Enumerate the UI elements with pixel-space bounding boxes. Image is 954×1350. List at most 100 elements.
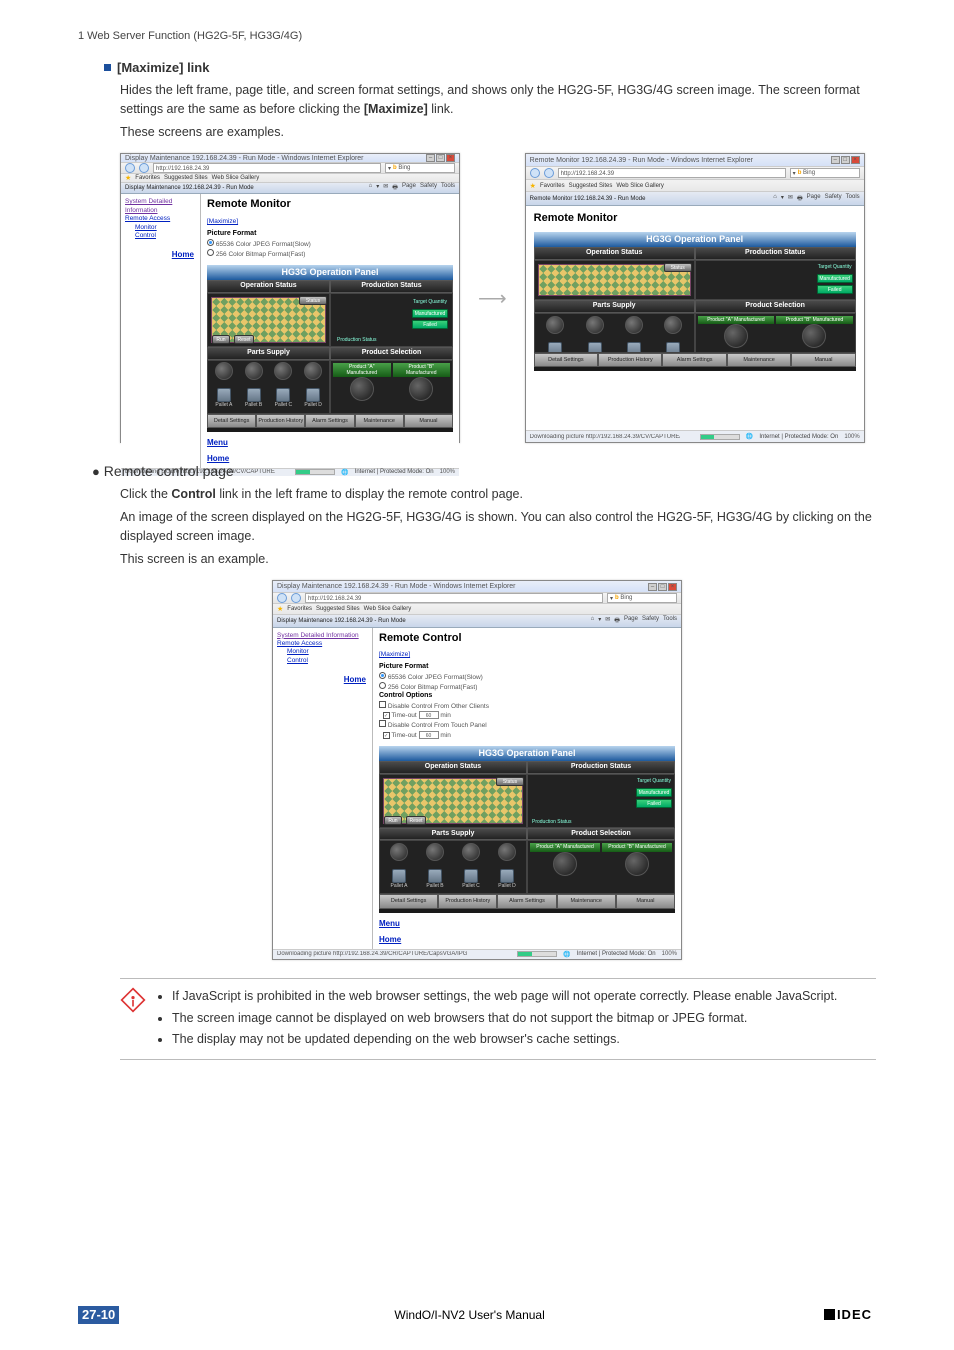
print-icon[interactable]: 🖶 bbox=[392, 183, 398, 193]
nav-fwd-icon[interactable] bbox=[544, 168, 554, 178]
nav-back-icon[interactable] bbox=[277, 593, 287, 603]
address-input[interactable]: http://192.168.24.39 bbox=[558, 168, 786, 178]
product-b-dial[interactable] bbox=[409, 377, 433, 401]
radio-bmp[interactable] bbox=[379, 682, 386, 689]
maximize-link[interactable]: [Maximize] bbox=[207, 218, 238, 225]
address-input[interactable]: http://192.168.24.39 bbox=[305, 593, 603, 603]
hg3g-panel-control[interactable]: HG3G Operation Panel Operation Status St… bbox=[379, 746, 675, 913]
product-a-dial[interactable] bbox=[350, 377, 374, 401]
mail-icon[interactable]: ✉ bbox=[383, 183, 388, 193]
fav-suggested[interactable]: Suggested Sites bbox=[164, 175, 208, 181]
run-button[interactable]: Run bbox=[384, 816, 402, 825]
lf-link-home[interactable]: Home bbox=[277, 675, 366, 685]
lf-link-monitor[interactable]: Monitor bbox=[287, 648, 368, 656]
maximize-link[interactable]: [Maximize] bbox=[379, 651, 410, 658]
chk-disable-other-label: Disable Control From Other Clients bbox=[388, 703, 489, 710]
radio-bmp[interactable] bbox=[207, 249, 214, 256]
star-icon[interactable]: ★ bbox=[277, 605, 283, 613]
ie-favbar: ★ Favorites Suggested Sites Web Slice Ga… bbox=[121, 174, 459, 183]
failed-button[interactable]: Failed bbox=[412, 320, 448, 329]
star-icon[interactable]: ★ bbox=[530, 182, 536, 190]
home-icon[interactable]: ⌂ bbox=[773, 194, 777, 204]
search-box[interactable]: ▾b Bing bbox=[385, 163, 455, 173]
search-box[interactable]: ▾b Bing bbox=[790, 168, 860, 178]
tab-maintenance[interactable]: Maintenance bbox=[557, 894, 616, 908]
address-input[interactable]: http://192.168.24.39 bbox=[153, 163, 381, 173]
zone-label: Internet | Protected Mode: On bbox=[355, 469, 434, 475]
star-icon[interactable]: ★ bbox=[125, 174, 131, 182]
max-icon[interactable]: □ bbox=[841, 156, 850, 164]
timeout-input-1[interactable]: 60 bbox=[419, 711, 439, 719]
search-box[interactable]: ▾b Bing bbox=[607, 593, 677, 603]
tab-alarm[interactable]: Alarm Settings bbox=[497, 894, 556, 908]
zoom-label[interactable]: 100% bbox=[440, 469, 455, 475]
home-icon[interactable]: ⌂ bbox=[591, 616, 595, 626]
nav-fwd-icon[interactable] bbox=[139, 163, 149, 173]
tool-tools[interactable]: Tools bbox=[441, 183, 455, 193]
close-icon[interactable]: × bbox=[851, 156, 860, 164]
pallet-a-icon[interactable] bbox=[217, 388, 231, 402]
home-link[interactable]: Home bbox=[207, 454, 453, 464]
lf-link-monitor[interactable]: Monitor bbox=[135, 224, 196, 232]
tab-manual[interactable]: Manual bbox=[616, 894, 675, 908]
lf-link-sysinfo[interactable]: System Detailed Information bbox=[277, 632, 368, 640]
run-button[interactable]: Run bbox=[212, 335, 230, 344]
timeout-input-2[interactable]: 60 bbox=[419, 731, 439, 739]
radio-jpeg[interactable] bbox=[379, 672, 386, 679]
manufactured-button[interactable]: Manufactured bbox=[412, 309, 448, 318]
max-icon[interactable]: □ bbox=[436, 154, 445, 162]
nav-fwd-icon[interactable] bbox=[291, 593, 301, 603]
chk-timeout-2[interactable]: ✓ bbox=[383, 732, 390, 739]
nav-back-icon[interactable] bbox=[125, 163, 135, 173]
chk-timeout-1[interactable]: ✓ bbox=[383, 712, 390, 719]
min-icon[interactable]: – bbox=[426, 154, 435, 162]
menu-link[interactable]: Menu bbox=[207, 438, 453, 448]
status-button[interactable]: Status bbox=[496, 777, 524, 786]
status-button[interactable]: Status bbox=[299, 296, 327, 305]
reset-button[interactable]: Reset bbox=[406, 816, 426, 825]
lf-link-sysinfo[interactable]: System Detailed Information bbox=[125, 198, 196, 215]
fav-slice[interactable]: Web Slice Gallery bbox=[212, 175, 260, 181]
lf-link-remote[interactable]: Remote Access bbox=[277, 640, 368, 648]
tab-label[interactable]: Display Maintenance 192.168.24.39 - Run … bbox=[125, 185, 254, 191]
fav-label[interactable]: Favorites bbox=[135, 175, 160, 181]
home-icon[interactable]: ⌂ bbox=[369, 183, 373, 193]
tab-production[interactable]: Production History bbox=[438, 894, 497, 908]
min-icon[interactable]: – bbox=[831, 156, 840, 164]
nav-back-icon[interactable] bbox=[530, 168, 540, 178]
lf-link-control[interactable]: Control bbox=[135, 232, 196, 240]
max-icon[interactable]: □ bbox=[658, 583, 667, 591]
close-icon[interactable]: × bbox=[446, 154, 455, 162]
note-format: The screen image cannot be displayed on … bbox=[172, 1009, 837, 1028]
tab-detail[interactable]: Detail Settings bbox=[379, 894, 438, 908]
tab-label[interactable]: Display Maintenance 192.168.24.39 - Run … bbox=[277, 618, 406, 624]
product-a-dial[interactable] bbox=[553, 852, 577, 876]
target-label: Target Quantity bbox=[412, 298, 448, 307]
chk-disable-touch[interactable] bbox=[379, 720, 386, 727]
menu-link[interactable]: Menu bbox=[379, 919, 675, 929]
tab-alarm[interactable]: Alarm Settings bbox=[305, 414, 354, 428]
home-link[interactable]: Home bbox=[379, 935, 675, 945]
lf-link-control[interactable]: Control bbox=[287, 657, 368, 665]
min-icon[interactable]: – bbox=[648, 583, 657, 591]
tool-safety[interactable]: Safety bbox=[420, 183, 437, 193]
chk-disable-other[interactable] bbox=[379, 701, 386, 708]
lf-link-remote[interactable]: Remote Access bbox=[125, 215, 196, 223]
tab-label[interactable]: Remote Monitor 192.168.24.39 - Run Mode bbox=[530, 196, 646, 202]
pallet-b-icon[interactable] bbox=[247, 388, 261, 402]
tab-manual[interactable]: Manual bbox=[404, 414, 453, 428]
maximize-title-text: [Maximize] link bbox=[117, 60, 209, 75]
tool-page[interactable]: Page bbox=[402, 183, 416, 193]
pallet-d-icon[interactable] bbox=[306, 388, 320, 402]
pallet-c-icon[interactable] bbox=[276, 388, 290, 402]
tab-detail[interactable]: Detail Settings bbox=[207, 414, 256, 428]
tab-production[interactable]: Production History bbox=[256, 414, 305, 428]
feed-icon[interactable]: ▾ bbox=[376, 183, 379, 193]
radio-jpeg[interactable] bbox=[207, 239, 214, 246]
reset-button[interactable]: Reset bbox=[234, 335, 254, 344]
manual-title: WindO/I-NV2 User's Manual bbox=[159, 1306, 780, 1324]
lf-link-home[interactable]: Home bbox=[125, 250, 194, 260]
tab-maintenance[interactable]: Maintenance bbox=[355, 414, 404, 428]
product-b-dial[interactable] bbox=[625, 852, 649, 876]
close-icon[interactable]: × bbox=[668, 583, 677, 591]
